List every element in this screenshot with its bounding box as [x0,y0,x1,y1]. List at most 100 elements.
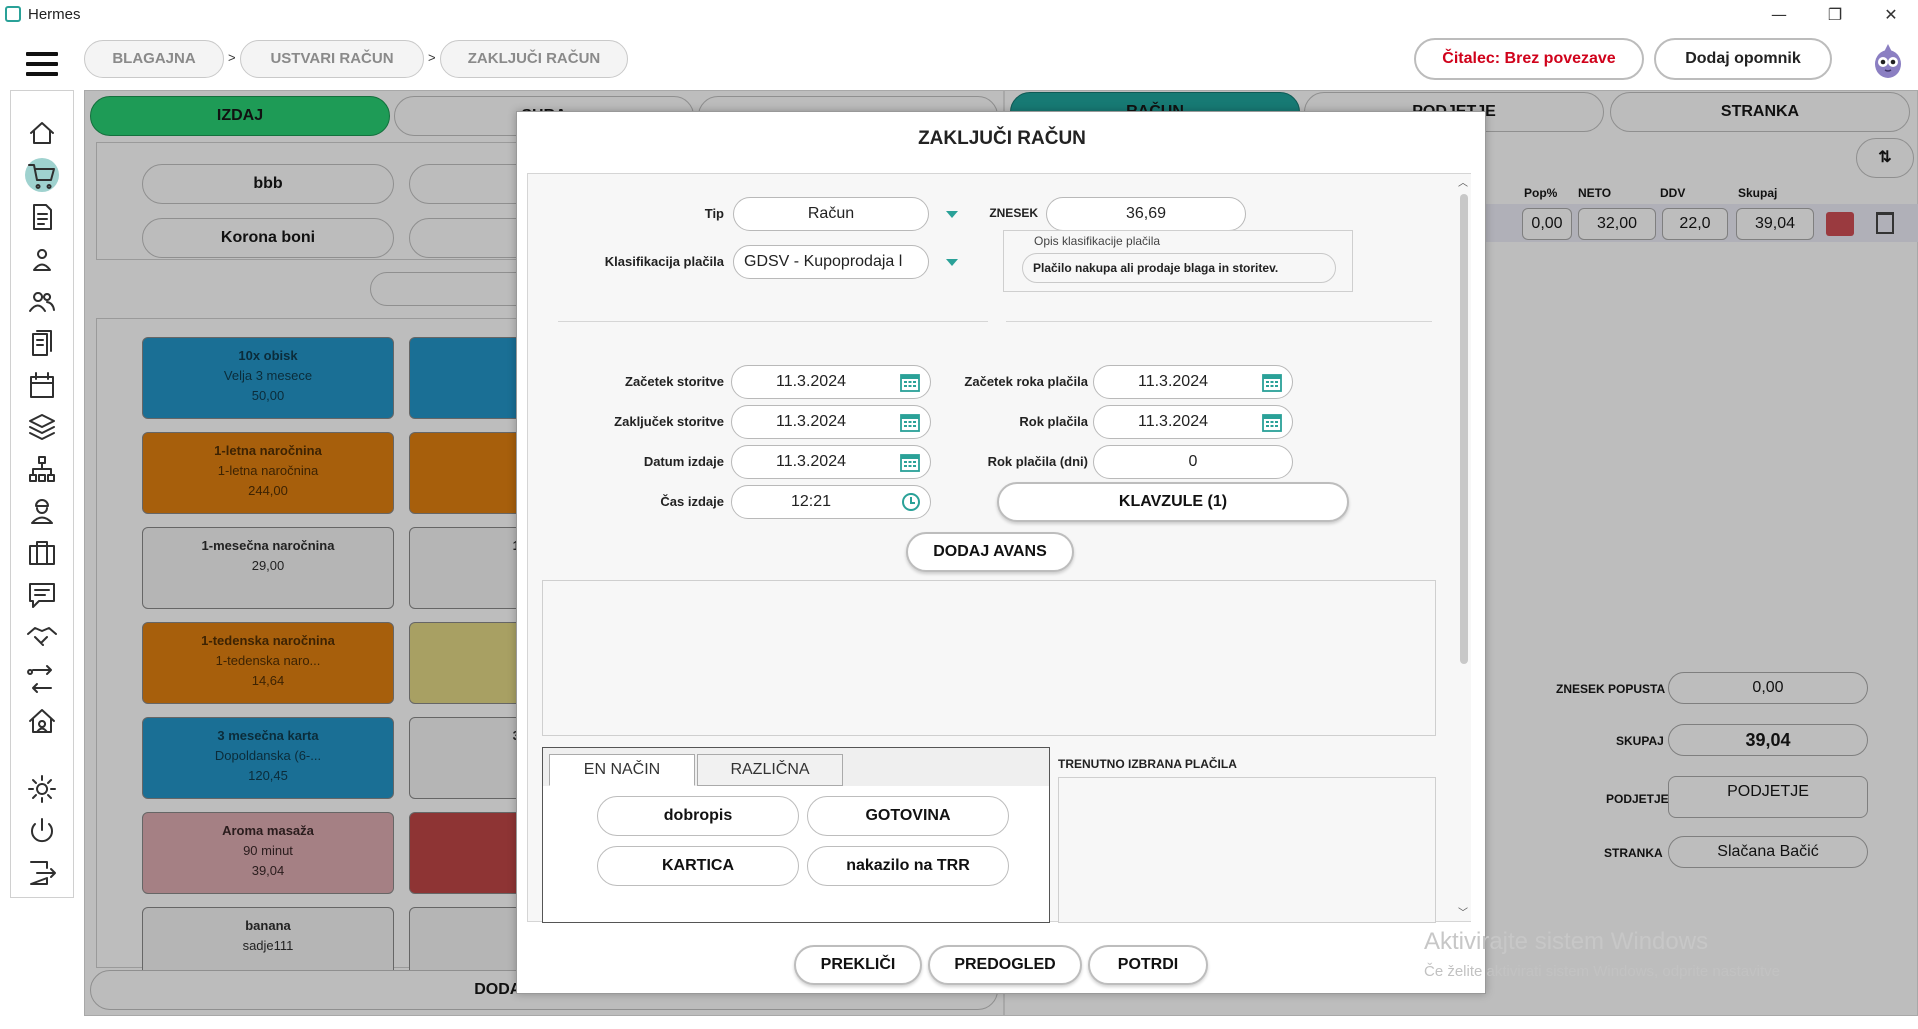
layers-icon[interactable] [25,410,59,444]
product-price: 14,64 [251,673,285,688]
add-reminder-button[interactable]: Dodaj opomnik [1654,38,1832,80]
dialog-content: ︿ ﹀ Tip Račun ZNESEK 36,69 Klasifikacija… [527,173,1471,923]
product-tile[interactable]: 10x obisk Velja 3 mesece 50,00 [142,337,394,419]
chevron-down-icon[interactable] [946,211,958,218]
payment-cash-button[interactable]: GOTOVINA [807,796,1009,836]
clock-icon[interactable] [902,493,920,511]
product-tile[interactable]: 1-letna naročnina 1-letna naročnina 244,00 [142,432,394,514]
scroll-up-icon[interactable]: ︿ [1457,174,1469,189]
product-tile[interactable]: 1-mesečna naročnina 29,00 [142,527,394,609]
payment-due-value: 11.3.2024 [1138,413,1208,430]
product-price: 50,00 [251,388,285,403]
title-bar [0,0,1918,30]
row-ddv-field[interactable]: 22,0 [1662,208,1728,240]
logout-icon[interactable] [25,856,59,890]
house-user-icon[interactable] [25,704,59,738]
product-tile[interactable]: Aroma masaža 90 minut 39,04 [142,812,394,894]
breadcrumb-separator: > [228,50,236,65]
tab-stranka[interactable]: STRANKA [1610,92,1910,132]
product-description: 90 minut [243,843,293,858]
breadcrumb-ustvari-racun[interactable]: USTVARI RAČUN [240,40,424,78]
preview-button[interactable]: PREDOGLED [928,945,1082,985]
issue-time-field[interactable]: 12:21 [731,485,931,519]
tip-value: Račun [807,205,855,222]
row-skupaj-field[interactable]: 39,04 [1736,208,1814,240]
issue-time-value: 12:21 [790,493,832,510]
quick-button-bbb[interactable]: bbb [142,164,394,204]
breadcrumb-zakljuci-racun[interactable]: ZAKLJUČI RAČUN [440,40,628,78]
tab-multiple-payments[interactable]: RAZLIČNA PLAČILA [697,754,843,808]
finish-invoice-dialog: ZAKLJUČI RAČUN ︿ ﹀ Tip Račun ZNESEK 36,6… [516,111,1486,994]
documents-icon[interactable] [25,326,59,360]
payment-days-field[interactable]: 0 [1093,445,1293,479]
tab-single-payment[interactable]: EN NAČIN PLAČILA [549,754,695,808]
product-tile[interactable]: 1-tedenska naročnina 1-tedenska naro... 14… [142,622,394,704]
breadcrumb-blagajna[interactable]: BLAGAJNA [84,40,224,78]
cart-icon[interactable] [25,158,59,192]
document-icon[interactable] [25,200,59,234]
avatar-icon[interactable] [1868,40,1908,80]
classification-label: Klasifikacija plačila [604,254,724,269]
payment-card-button[interactable]: KARTICA [597,846,799,886]
restore-button[interactable]: ❐ [1812,2,1858,28]
route-icon[interactable] [25,662,59,696]
classification-select[interactable]: GDSV - Kupoprodaja l [733,245,929,279]
discount-field[interactable]: 0,00 [1668,672,1868,704]
user-icon[interactable] [25,242,59,276]
customer-field[interactable]: Slačana Bačić [1668,836,1868,868]
app-title: Hermes [28,6,81,23]
trash-icon[interactable] [1876,212,1894,234]
tab-izdaj[interactable]: IZDAJ [90,96,390,136]
product-description: Velja 3 mesece [223,368,313,383]
confirm-button[interactable]: POTRDI [1088,945,1208,985]
reader-status-button[interactable]: Čitalec: Brez povezave [1414,38,1644,80]
row-neto-field[interactable]: 32,00 [1578,208,1656,240]
clauses-button[interactable]: KLAVZULE (1) [997,482,1349,522]
chat-icon[interactable] [25,578,59,612]
column-neto: NETO [1578,186,1612,200]
payment-dobropis-button[interactable]: dobropis [597,796,799,836]
sort-button[interactable]: ⇅ [1856,138,1914,178]
amount-label: ZNESEK [989,206,1038,220]
scrollbar-thumb[interactable] [1460,194,1468,664]
briefcase-icon[interactable] [25,536,59,570]
minimize-button[interactable]: — [1756,2,1802,28]
home-icon[interactable] [25,116,59,150]
product-price: 29,00 [251,558,285,573]
menu-icon[interactable] [26,52,58,76]
calendar-icon[interactable] [1262,412,1282,432]
product-tile[interactable]: 3 mesečna karta Dopoldanska (6-... 120,45 [142,717,394,799]
service-end-value: 11.3.2024 [776,413,846,430]
product-description: sadje111 [242,938,294,953]
amount-field[interactable]: 36,69 [1046,197,1246,231]
classification-description-box: Opis klasifikacije plačila Plačilo nakup… [1003,230,1353,292]
payment-transfer-button[interactable]: nakazilo na TRR [807,846,1009,886]
gear-icon[interactable] [25,772,59,806]
product-name: Aroma masaža [222,823,314,838]
app-logo-icon [5,6,21,22]
close-window-button[interactable]: ✕ [1868,2,1914,28]
selected-payments-label: TRENUTNO IZBRANA PLAČILA [1058,757,1237,771]
worker-icon[interactable] [25,494,59,528]
power-icon[interactable] [25,814,59,848]
edit-icon[interactable] [1826,212,1854,236]
classification-description: Plačilo nakupa ali prodaje blaga in stor… [1022,253,1336,283]
company-button[interactable]: PODJETJE [1668,776,1868,818]
cancel-button[interactable]: PREKLIČI [794,945,922,985]
handshake-icon[interactable] [25,620,59,654]
quick-button-korona-boni[interactable]: Korona boni [142,218,394,258]
service-start-label: Začetek storitve [625,374,724,389]
scroll-down-icon[interactable]: ﹀ [1457,904,1469,919]
add-advance-button[interactable]: DODAJ AVANS [906,532,1074,572]
calendar-icon[interactable] [25,368,59,402]
users-icon[interactable] [25,284,59,318]
tip-select[interactable]: Račun [733,197,929,231]
tip-label: Tip [704,206,724,221]
hierarchy-icon[interactable] [25,452,59,486]
chevron-down-icon[interactable] [946,259,958,266]
calendar-icon[interactable] [1262,372,1282,392]
issue-date-value: 11.3.2024 [776,453,846,470]
product-price: 244,00 [248,483,288,498]
row-pop-field[interactable]: 0,00 [1522,208,1572,240]
customer-label: STRANKA [1604,846,1663,860]
